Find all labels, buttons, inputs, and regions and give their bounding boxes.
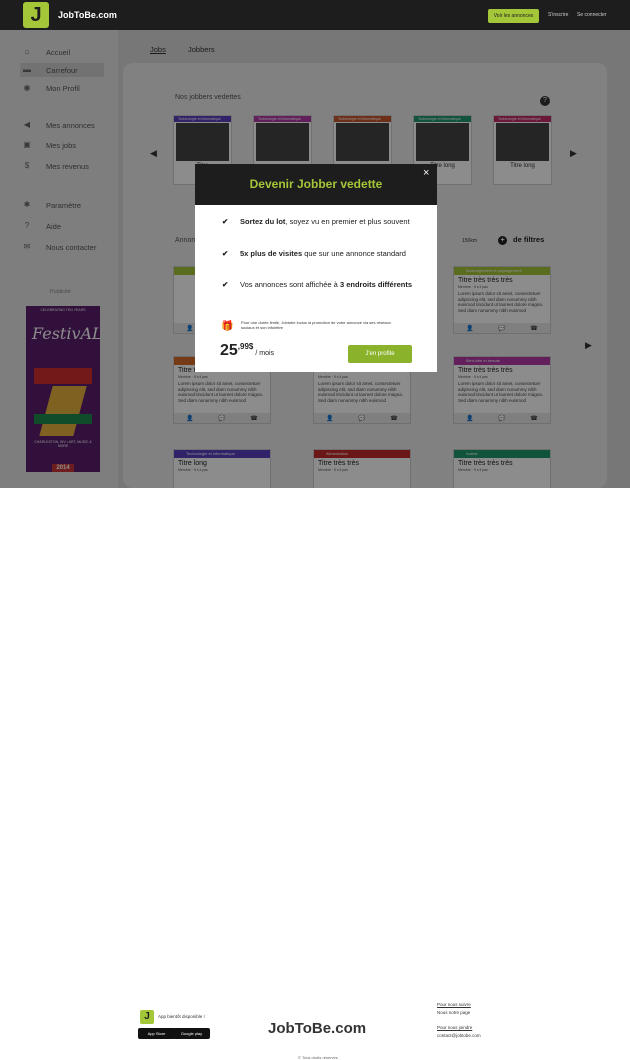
facebook-link[interactable]: Nous notre page bbox=[437, 1010, 470, 1015]
modal-feature: ✔ Sortez du lot, soyez vu en premier et p… bbox=[222, 217, 410, 226]
modal-feature: ✔ Vos annonces sont affichée à 3 endroits… bbox=[222, 280, 413, 289]
subscribe-button[interactable]: J'en profite bbox=[348, 345, 412, 363]
footer: J App bientôt disponible ! App Store Goo… bbox=[0, 488, 630, 1060]
gift-icon: 🎁 bbox=[221, 321, 234, 332]
google-play-button[interactable]: Google play bbox=[173, 1028, 210, 1039]
login-link[interactable]: Se connecter bbox=[577, 12, 606, 18]
modal-title: Devenir Jobber vedette bbox=[195, 164, 437, 205]
app-store-button[interactable]: App Store bbox=[138, 1028, 175, 1039]
email-link[interactable]: contact@jobtobe.com bbox=[437, 1033, 481, 1038]
check-icon: ✔ bbox=[222, 217, 229, 226]
close-icon[interactable]: × bbox=[423, 167, 429, 179]
featured-modal: Devenir Jobber vedette × ✔ Sortez du lot,… bbox=[195, 164, 437, 372]
footer-contact: Pour nous joindre contact@jobtobe.com bbox=[437, 1025, 481, 1038]
app-coming-text: App bientôt disponible ! bbox=[158, 1014, 205, 1019]
logo-text[interactable]: JobToBe.com bbox=[58, 10, 117, 20]
check-icon: ✔ bbox=[222, 249, 229, 258]
copyright: © Tous droits réservés bbox=[298, 1055, 338, 1060]
logo-icon[interactable]: J bbox=[23, 2, 49, 28]
footer-brand: JobToBe.com bbox=[268, 1020, 367, 1037]
top-bar: J JobToBe.com Voir les annonces S'inscri… bbox=[0, 0, 630, 30]
view-ads-button[interactable]: Voir les annonces bbox=[488, 9, 539, 23]
check-icon: ✔ bbox=[222, 280, 229, 289]
app-logo-icon: J bbox=[140, 1010, 154, 1024]
signup-link[interactable]: S'inscrire bbox=[548, 12, 568, 18]
footer-follow: Pour nous suivre Nous notre page bbox=[437, 1002, 471, 1015]
price: 25,99$/ mois bbox=[220, 342, 275, 359]
promo-text: Pour une durée limité, Jobtobe inclus la… bbox=[241, 320, 391, 330]
modal-feature: ✔ 5x plus de visites que sur une annonce … bbox=[222, 249, 406, 258]
